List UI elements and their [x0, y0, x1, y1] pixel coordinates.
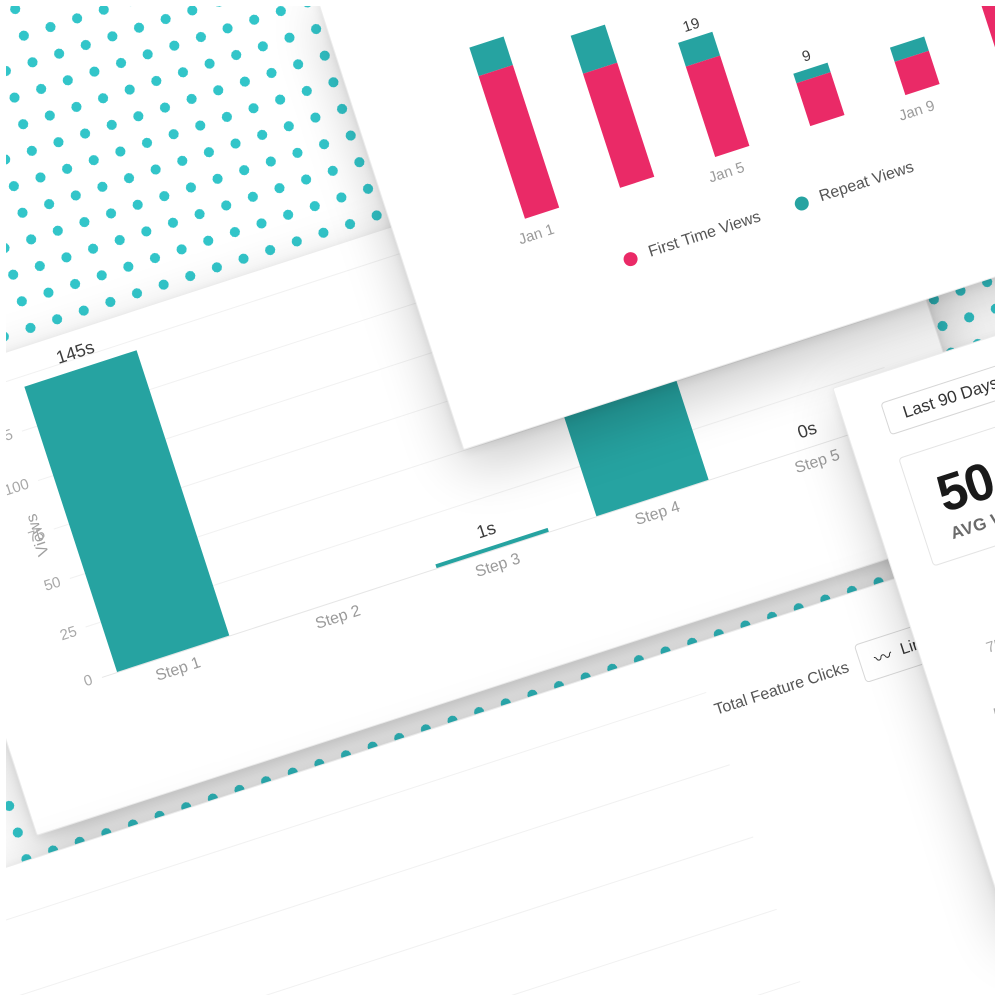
views-plot: 19 9 15 Jan 1 Jan [410, 0, 1001, 230]
x-category: Jan 1 [481, 209, 591, 259]
legend-label: First Time Views [646, 208, 763, 260]
legend-item-first: First Time Views [621, 208, 763, 269]
y-tick: 25% [992, 759, 1001, 791]
legend-dot-icon [792, 194, 810, 212]
y-tick: 0 [51, 671, 94, 700]
bar [24, 350, 229, 672]
filter-range-pill[interactable]: Last 90 Days [880, 360, 1001, 435]
stack-bar: 15 [945, 0, 1001, 70]
legend-item-repeat: Repeat Views [791, 158, 915, 214]
y-tick: 50 [19, 573, 62, 602]
y-tick: 75 [952, 635, 1001, 667]
stack-bar: 19 [653, 5, 767, 162]
stack-bar [871, 30, 957, 100]
kpi-value: 50.6% [929, 423, 1001, 524]
y-tick: 25 [35, 622, 78, 651]
legend-label: Repeat Views [817, 158, 916, 205]
y-tick: 125 [0, 426, 15, 455]
rotated-scene: m 56s Time on Guide Views 0 25 50 75 100… [0, 0, 1001, 1001]
bar-step1: 145s [0, 319, 244, 676]
stack-bar: 9 [768, 36, 862, 131]
analytics-collage: m 56s Time on Guide Views 0 25 50 75 100… [0, 0, 1001, 1001]
legend-dot-icon [621, 250, 639, 268]
line-icon: 〰 [870, 641, 895, 671]
x-category: Jan 9 [861, 85, 971, 135]
stack-bar [552, 18, 672, 193]
y-tick: 50% [972, 697, 1001, 729]
y-tick: 100 [0, 475, 31, 504]
x-category: Jan 5 [671, 147, 781, 197]
series-picker-label: Total Feature Clicks [712, 659, 851, 720]
